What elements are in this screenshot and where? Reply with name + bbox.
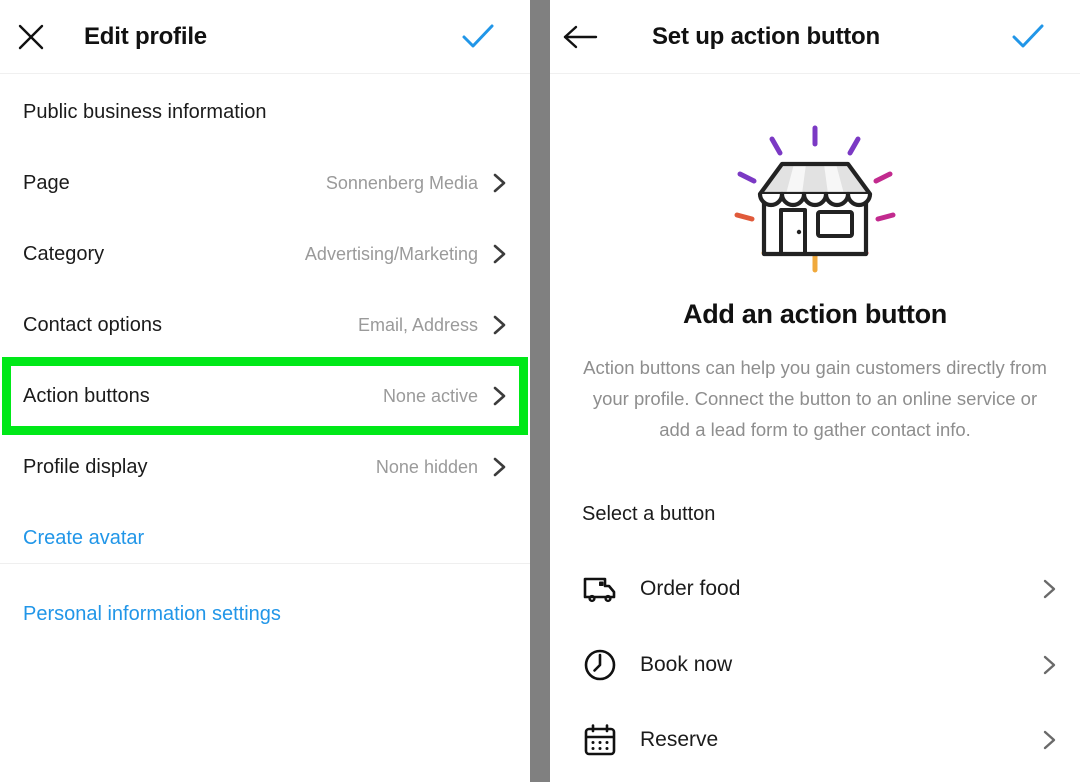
confirm-button[interactable]	[460, 19, 496, 55]
back-button[interactable]	[550, 0, 612, 74]
row-contact-options[interactable]: Contact options Email, Address	[0, 300, 530, 350]
close-icon	[18, 24, 44, 49]
row-page[interactable]: Page Sonnenberg Media	[0, 158, 530, 208]
chevron-right-icon	[1040, 655, 1058, 675]
row-value: None hidden	[375, 456, 478, 477]
chevron-right-icon	[1040, 579, 1058, 599]
row-value: Sonnenberg Media	[325, 172, 478, 193]
panel-divider	[530, 0, 550, 782]
row-label: Category	[23, 242, 105, 265]
action-button-setup-panel: Set up action button Add an action butto…	[550, 0, 1080, 782]
select-a-button-title: Select a button	[582, 503, 716, 525]
option-order-food[interactable]: Order food	[550, 556, 1080, 622]
option-reserve[interactable]: Reserve	[550, 707, 1080, 773]
row-label: Page	[23, 171, 70, 194]
option-label: Book now	[640, 653, 733, 676]
row-profile-display[interactable]: Profile display None hidden	[0, 442, 530, 492]
close-button[interactable]	[0, 0, 62, 74]
page-title: Set up action button	[652, 22, 880, 50]
check-icon	[462, 24, 494, 47]
row-value: Email, Address	[357, 314, 478, 335]
chevron-right-icon	[490, 386, 508, 406]
row-value: None active	[382, 385, 478, 406]
page-title: Edit profile	[84, 22, 207, 50]
row-label: Action buttons	[23, 384, 150, 407]
arrow-left-icon	[563, 25, 598, 48]
link-create-avatar[interactable]: Create avatar	[23, 527, 144, 550]
chevron-right-icon	[490, 315, 508, 335]
row-label: Profile display	[23, 455, 148, 478]
chevron-right-icon	[490, 244, 508, 264]
edit-profile-panel: Edit profile Public business information…	[0, 0, 530, 782]
chevron-right-icon	[490, 457, 508, 477]
link-personal-information-settings[interactable]: Personal information settings	[23, 603, 281, 626]
check-icon	[1012, 24, 1044, 47]
app-screen: Edit profile Public business information…	[0, 0, 1080, 782]
option-book-now[interactable]: Book now	[550, 632, 1080, 698]
row-label: Contact options	[23, 313, 162, 336]
calendar-icon	[583, 723, 617, 757]
divider	[0, 563, 530, 564]
hero-description: Action buttons can help you gain custome…	[583, 357, 1047, 440]
clock-icon	[583, 648, 617, 682]
option-label: Order food	[640, 577, 741, 600]
edit-profile-appbar: Edit profile	[0, 0, 530, 74]
hero-title: Add an action button	[683, 299, 947, 329]
row-action-buttons[interactable]: Action buttons None active	[0, 371, 530, 421]
confirm-button[interactable]	[1010, 19, 1046, 55]
storefront-illustration	[720, 122, 910, 282]
delivery-truck-icon	[583, 572, 617, 606]
setup-appbar: Set up action button	[550, 0, 1080, 74]
row-category[interactable]: Category Advertising/Marketing	[0, 229, 530, 279]
row-value: Advertising/Marketing	[304, 243, 478, 264]
option-label: Reserve	[640, 728, 719, 751]
storefront-icon	[734, 125, 896, 273]
section-title-public-business-information: Public business information	[23, 101, 267, 123]
chevron-right-icon	[1040, 730, 1058, 750]
chevron-right-icon	[490, 173, 508, 193]
